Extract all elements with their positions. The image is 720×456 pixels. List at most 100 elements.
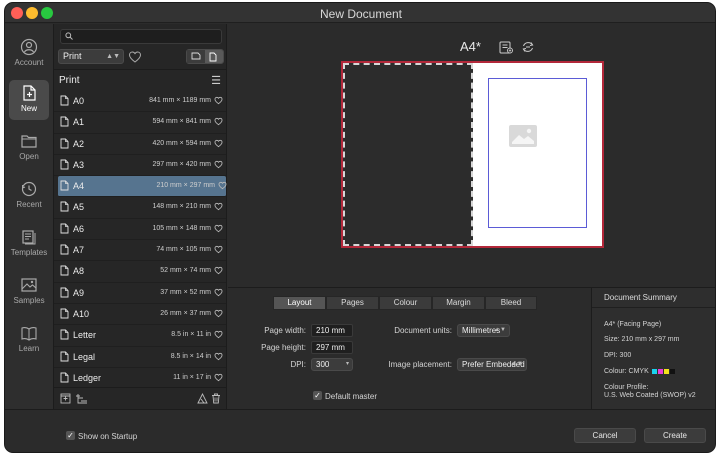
create-button[interactable]: Create <box>644 428 706 443</box>
category-value: Print <box>63 51 82 61</box>
show-on-startup-checkbox[interactable]: ✓ <box>66 431 75 440</box>
preset-dimensions: 11 in × 17 in <box>173 373 211 381</box>
sidebar-item-samples[interactable]: Samples <box>9 272 49 312</box>
preset-name: Letter <box>73 330 97 341</box>
tab-layout[interactable]: Layout <box>273 296 326 310</box>
favorites-filter-heart-icon[interactable] <box>128 50 142 64</box>
add-category-icon[interactable] <box>75 393 88 404</box>
colour-swatch <box>651 368 657 374</box>
favorite-heart-icon[interactable] <box>214 245 223 254</box>
tab-margin[interactable]: Margin <box>432 296 485 310</box>
show-on-startup-label: Show on Startup <box>78 432 138 441</box>
image-placement-select[interactable]: Prefer Embedded ▲▼ <box>457 358 527 371</box>
sidebar-item-recent[interactable]: Recent <box>9 176 49 216</box>
sidebar-item-new[interactable]: New <box>9 80 49 120</box>
dpi-select[interactable]: 300 ▾ <box>311 358 353 371</box>
preset-name: A5 <box>73 202 85 213</box>
landscape-button[interactable] <box>187 50 205 63</box>
tab-bleed[interactable]: Bleed <box>485 296 537 310</box>
select-arrows-icon: ▲▼ <box>106 53 120 60</box>
colour-swatch <box>663 368 669 374</box>
preset-row[interactable]: A10 26 mm × 37 mm <box>54 304 226 326</box>
favorite-heart-icon[interactable] <box>214 373 223 382</box>
add-preset-icon[interactable] <box>60 393 71 404</box>
category-select[interactable]: Print ▲▼ <box>58 49 124 64</box>
preset-list: A0 841 mm × 1189 mm A1 594 mm × 841 mm A2 420… <box>54 91 227 390</box>
preset-dimensions: 297 mm × 420 mm <box>152 160 211 168</box>
samples-image-icon <box>21 278 37 292</box>
portrait-button[interactable] <box>205 50 223 63</box>
preset-row[interactable]: A6 105 mm × 148 mm <box>54 219 226 241</box>
preset-dimensions: 37 mm × 52 mm <box>160 288 211 296</box>
sidebar-item-learn[interactable]: Learn <box>9 320 49 360</box>
favorite-heart-icon[interactable] <box>214 330 223 339</box>
clear-filter-icon[interactable] <box>197 393 208 404</box>
save-preset-icon[interactable] <box>499 40 513 54</box>
margin-guide <box>488 78 587 228</box>
preset-row[interactable]: A0 841 mm × 1189 mm <box>54 91 226 113</box>
tab-colour[interactable]: Colour <box>379 296 432 310</box>
preset-row[interactable]: A8 52 mm × 74 mm <box>54 261 226 283</box>
preset-name: Ledger <box>73 372 102 383</box>
list-menu-icon[interactable]: ☰ <box>211 74 221 87</box>
select-arrows-icon: ▾ <box>345 361 349 367</box>
favorite-heart-icon[interactable] <box>214 352 223 361</box>
title-bar: New Document <box>5 3 715 23</box>
default-master-checkbox[interactable]: ✓ <box>313 391 322 400</box>
preview-document-name: A4* <box>460 39 481 54</box>
image-placeholder-icon <box>509 125 537 147</box>
favorite-heart-icon[interactable] <box>214 202 223 211</box>
favorite-heart-icon[interactable] <box>214 96 223 105</box>
document-units-select[interactable]: Millimetres ▲▼ <box>457 324 510 337</box>
preset-row[interactable]: Legal 8.5 in × 14 in <box>54 347 226 368</box>
favorite-heart-icon[interactable] <box>214 224 223 233</box>
delete-trash-icon[interactable] <box>211 393 221 404</box>
preset-row[interactable]: A5 148 mm × 210 mm <box>54 197 226 219</box>
preset-row[interactable]: A2 420 mm × 594 mm <box>54 134 226 155</box>
favorite-heart-icon[interactable] <box>214 288 223 297</box>
landscape-page-icon <box>191 52 201 60</box>
favorite-heart-icon[interactable] <box>214 160 223 169</box>
preset-dimensions: 420 mm × 594 mm <box>152 139 211 147</box>
preset-name: A4 <box>73 181 85 192</box>
tab-pages[interactable]: Pages <box>326 296 379 310</box>
preset-row[interactable]: Ledger 11 in × 17 in <box>54 368 226 390</box>
refresh-preview-icon[interactable] <box>521 40 535 54</box>
page-height-field[interactable]: 297 mm <box>311 341 353 354</box>
cancel-button[interactable]: Cancel <box>574 428 636 443</box>
page-width-field[interactable]: 210 mm <box>311 324 353 337</box>
preset-panel: Print ▲▼ Print ☰ A0 841 mm × 1189 mm A1 594… <box>53 24 227 409</box>
sidebar-item-open[interactable]: Open <box>9 128 49 168</box>
sidebar-rail: Account New Open Recent Templates Sample… <box>5 24 53 409</box>
sidebar-item-account[interactable]: Account <box>9 34 49 74</box>
search-box[interactable] <box>60 29 222 44</box>
favorite-heart-icon[interactable] <box>214 266 223 275</box>
left-page-preview <box>343 63 473 246</box>
sidebar-item-label: Samples <box>13 296 45 305</box>
document-icon <box>60 308 69 319</box>
new-document-icon <box>23 85 36 101</box>
favorite-heart-icon[interactable] <box>214 139 223 148</box>
preset-row[interactable]: A1 594 mm × 841 mm <box>54 112 226 134</box>
document-icon <box>60 244 69 255</box>
preset-row[interactable]: A7 74 mm × 105 mm <box>54 240 226 262</box>
search-icon <box>65 32 73 40</box>
orientation-toggle[interactable] <box>186 49 224 64</box>
favorite-heart-icon[interactable] <box>214 117 223 126</box>
dialog-footer: ✓ Show on Startup Cancel Create <box>5 409 715 452</box>
preset-row[interactable]: A3 297 mm × 420 mm <box>54 155 226 177</box>
new-document-window: New Document Account New Open Recent Tem… <box>4 2 716 453</box>
sidebar-item-templates[interactable]: Templates <box>9 224 49 264</box>
search-input[interactable] <box>77 30 217 43</box>
document-icon <box>60 372 69 383</box>
preset-dimensions: 8.5 in × 14 in <box>170 352 211 360</box>
preset-row[interactable]: Letter 8.5 in × 11 in <box>54 325 226 347</box>
preset-dimensions: 841 mm × 1189 mm <box>149 97 211 104</box>
preset-row[interactable]: A9 37 mm × 52 mm <box>54 283 226 304</box>
favorite-heart-icon[interactable] <box>214 309 223 318</box>
colour-swatch <box>669 368 675 374</box>
preset-name: A2 <box>73 138 85 149</box>
panel-footer <box>54 387 226 409</box>
preset-row[interactable]: A4 210 mm × 297 mm <box>58 176 227 198</box>
favorite-heart-icon[interactable] <box>218 181 227 190</box>
